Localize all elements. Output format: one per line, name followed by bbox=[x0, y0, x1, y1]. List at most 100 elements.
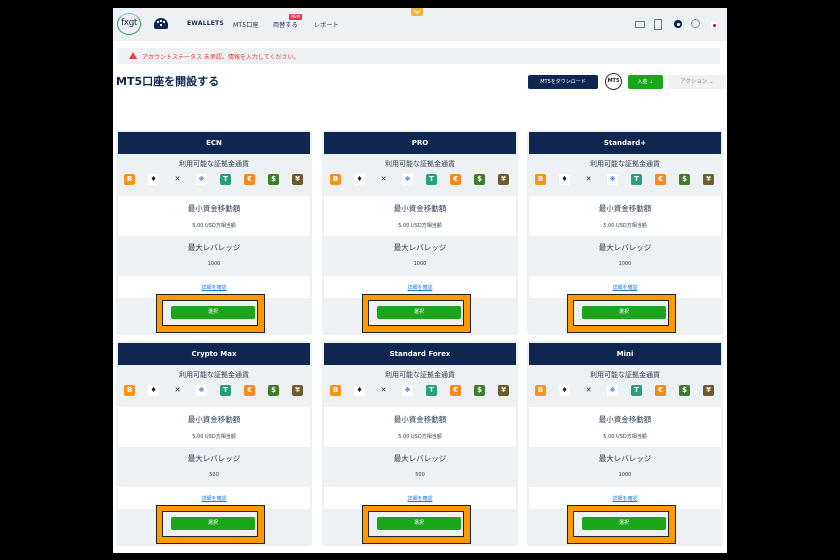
dollar-icon: $ bbox=[268, 174, 279, 185]
yen-icon: ¥ bbox=[292, 385, 303, 396]
currencies-label: 利用可能な証拠金通貨 bbox=[385, 160, 455, 168]
ripple-icon: ✕ bbox=[172, 385, 183, 396]
currency-icons: B ♦ ✕ ❋ T € $ ¥ bbox=[116, 385, 312, 397]
mt5-logo: MT5 bbox=[605, 73, 622, 90]
select-button[interactable]: 選択 bbox=[377, 517, 461, 530]
euro-icon: € bbox=[655, 385, 666, 396]
max-leverage-value: 1000 bbox=[618, 261, 632, 267]
details-link[interactable]: 詳細を確認 bbox=[116, 495, 312, 502]
fxgt-logo[interactable]: fxgt bbox=[117, 13, 141, 35]
dollar-icon: $ bbox=[268, 385, 279, 396]
details-link[interactable]: 詳細を確認 bbox=[322, 495, 518, 502]
account-status-alert: アカウントステータス 未承認。情報を入力してください。 bbox=[117, 48, 720, 64]
max-leverage-label: 最大レバレッジ bbox=[393, 454, 447, 463]
nav-report[interactable]: レポート bbox=[314, 20, 339, 29]
nav-exchange[interactable]: 両替する bbox=[273, 20, 298, 29]
details-link[interactable]: 詳細を確認 bbox=[527, 284, 723, 291]
select-button[interactable]: 選択 bbox=[377, 306, 461, 319]
dollar-icon: $ bbox=[474, 385, 485, 396]
euro-icon: € bbox=[655, 174, 666, 185]
tether-icon: T bbox=[426, 385, 437, 396]
highlight-inner: 選択 bbox=[573, 300, 669, 326]
currency-icons: B ♦ ✕ ❋ T € $ ¥ bbox=[322, 174, 518, 186]
ethereum-icon: ♦ bbox=[354, 174, 365, 185]
account-card: Mini 利用可能な証拠金通貨 B ♦ ✕ ❋ T € $ ¥ 最小資金移動額 5.00 USD方相当… bbox=[527, 341, 723, 546]
bitcoin-icon: B bbox=[535, 174, 546, 185]
chevron-down-icon[interactable] bbox=[411, 8, 423, 16]
cardano-icon: ❋ bbox=[607, 174, 618, 185]
highlight-box: 選択 bbox=[362, 294, 471, 333]
details-link[interactable]: 詳細を確認 bbox=[322, 284, 518, 291]
highlight-box: 選択 bbox=[567, 294, 676, 333]
highlight-inner: 選択 bbox=[573, 511, 669, 537]
highlight-inner: 選択 bbox=[368, 511, 464, 537]
bitcoin-icon: B bbox=[124, 174, 135, 185]
mail-icon[interactable] bbox=[635, 21, 645, 28]
ethereum-icon: ♦ bbox=[354, 385, 365, 396]
max-leverage-value: 500 bbox=[415, 472, 425, 478]
tether-icon: T bbox=[631, 385, 642, 396]
account-card: Standard Forex 利用可能な証拠金通貨 B ♦ ✕ ❋ T € $ ¥ 最小資金移動額 5… bbox=[322, 341, 518, 546]
page: fxgt EWALLETS MT5口座 両替する NEW レポート アカウントス… bbox=[113, 8, 727, 553]
currencies-label: 利用可能な証拠金通貨 bbox=[179, 160, 249, 168]
clipboard-icon[interactable] bbox=[654, 19, 662, 30]
euro-icon: € bbox=[244, 385, 255, 396]
card-title: Crypto Max bbox=[118, 343, 310, 365]
ethereum-icon: ♦ bbox=[559, 174, 570, 185]
dollar-icon: $ bbox=[474, 174, 485, 185]
ripple-icon: ✕ bbox=[583, 174, 594, 185]
deposit-button[interactable]: 入金 ⊥ bbox=[628, 75, 663, 89]
top-nav: fxgt EWALLETS MT5口座 両替する NEW レポート bbox=[113, 8, 727, 41]
min-transfer-section bbox=[529, 407, 721, 447]
min-transfer-label: 最小資金移動額 bbox=[393, 415, 447, 424]
min-transfer-value: 5.00 USD方相当額 bbox=[398, 223, 442, 229]
nav-mt5-account[interactable]: MT5口座 bbox=[233, 20, 259, 29]
yen-icon: ¥ bbox=[703, 174, 714, 185]
currencies-label: 利用可能な証拠金通貨 bbox=[590, 371, 660, 379]
highlight-box: 選択 bbox=[567, 505, 676, 544]
select-button[interactable]: 選択 bbox=[582, 517, 666, 530]
euro-icon: € bbox=[244, 174, 255, 185]
select-button[interactable]: 選択 bbox=[171, 306, 255, 319]
page-title: MT5口座を開設する bbox=[116, 75, 220, 88]
tether-icon: T bbox=[631, 174, 642, 185]
max-leverage-label: 最大レバレッジ bbox=[598, 243, 652, 252]
download-mt5-button[interactable]: MT5をダウンロード bbox=[528, 75, 598, 89]
min-transfer-section bbox=[324, 196, 516, 236]
cardano-icon: ❋ bbox=[402, 385, 413, 396]
ripple-icon: ✕ bbox=[583, 385, 594, 396]
gear-icon[interactable] bbox=[674, 20, 682, 28]
cardano-icon: ❋ bbox=[402, 174, 413, 185]
card-title: ECN bbox=[118, 132, 310, 154]
currency-icons: B ♦ ✕ ❋ T € $ ¥ bbox=[322, 385, 518, 397]
bitcoin-icon: B bbox=[330, 174, 341, 185]
power-icon[interactable] bbox=[691, 19, 700, 28]
currency-icons: B ♦ ✕ ❋ T € $ ¥ bbox=[527, 385, 723, 397]
account-card: Standard+ 利用可能な証拠金通貨 B ♦ ✕ ❋ T € $ ¥ 最小資金移動額 5.00 U… bbox=[527, 130, 723, 335]
tether-icon: T bbox=[426, 174, 437, 185]
warning-icon bbox=[129, 52, 137, 59]
account-card: PRO 利用可能な証拠金通貨 B ♦ ✕ ❋ T € $ ¥ 最小資金移動額 5.00 USD方相当額… bbox=[322, 130, 518, 335]
highlight-inner: 選択 bbox=[162, 511, 258, 537]
action-dropdown[interactable]: アクション ⌄ bbox=[668, 75, 726, 89]
nav-ewallets[interactable]: EWALLETS bbox=[187, 20, 224, 27]
bitcoin-icon: B bbox=[535, 385, 546, 396]
select-button[interactable]: 選択 bbox=[171, 517, 255, 530]
dashboard-icon[interactable] bbox=[154, 18, 168, 29]
details-link[interactable]: 詳細を確認 bbox=[527, 495, 723, 502]
ethereum-icon: ♦ bbox=[148, 385, 159, 396]
details-link[interactable]: 詳細を確認 bbox=[116, 284, 312, 291]
max-leverage-value: 1000 bbox=[207, 261, 221, 267]
min-transfer-value: 5.00 USD方相当額 bbox=[603, 223, 647, 229]
currency-icons: B ♦ ✕ ❋ T € $ ¥ bbox=[527, 174, 723, 186]
select-button[interactable]: 選択 bbox=[582, 306, 666, 319]
card-title: Mini bbox=[529, 343, 721, 365]
yen-icon: ¥ bbox=[703, 385, 714, 396]
card-title: Standard Forex bbox=[324, 343, 516, 365]
min-transfer-value: 5.00 USD方相当額 bbox=[192, 434, 236, 440]
card-title: PRO bbox=[324, 132, 516, 154]
japan-flag-icon[interactable] bbox=[711, 22, 717, 28]
min-transfer-label: 最小資金移動額 bbox=[393, 204, 447, 213]
max-leverage-label: 最大レバレッジ bbox=[187, 243, 241, 252]
yen-icon: ¥ bbox=[498, 385, 509, 396]
